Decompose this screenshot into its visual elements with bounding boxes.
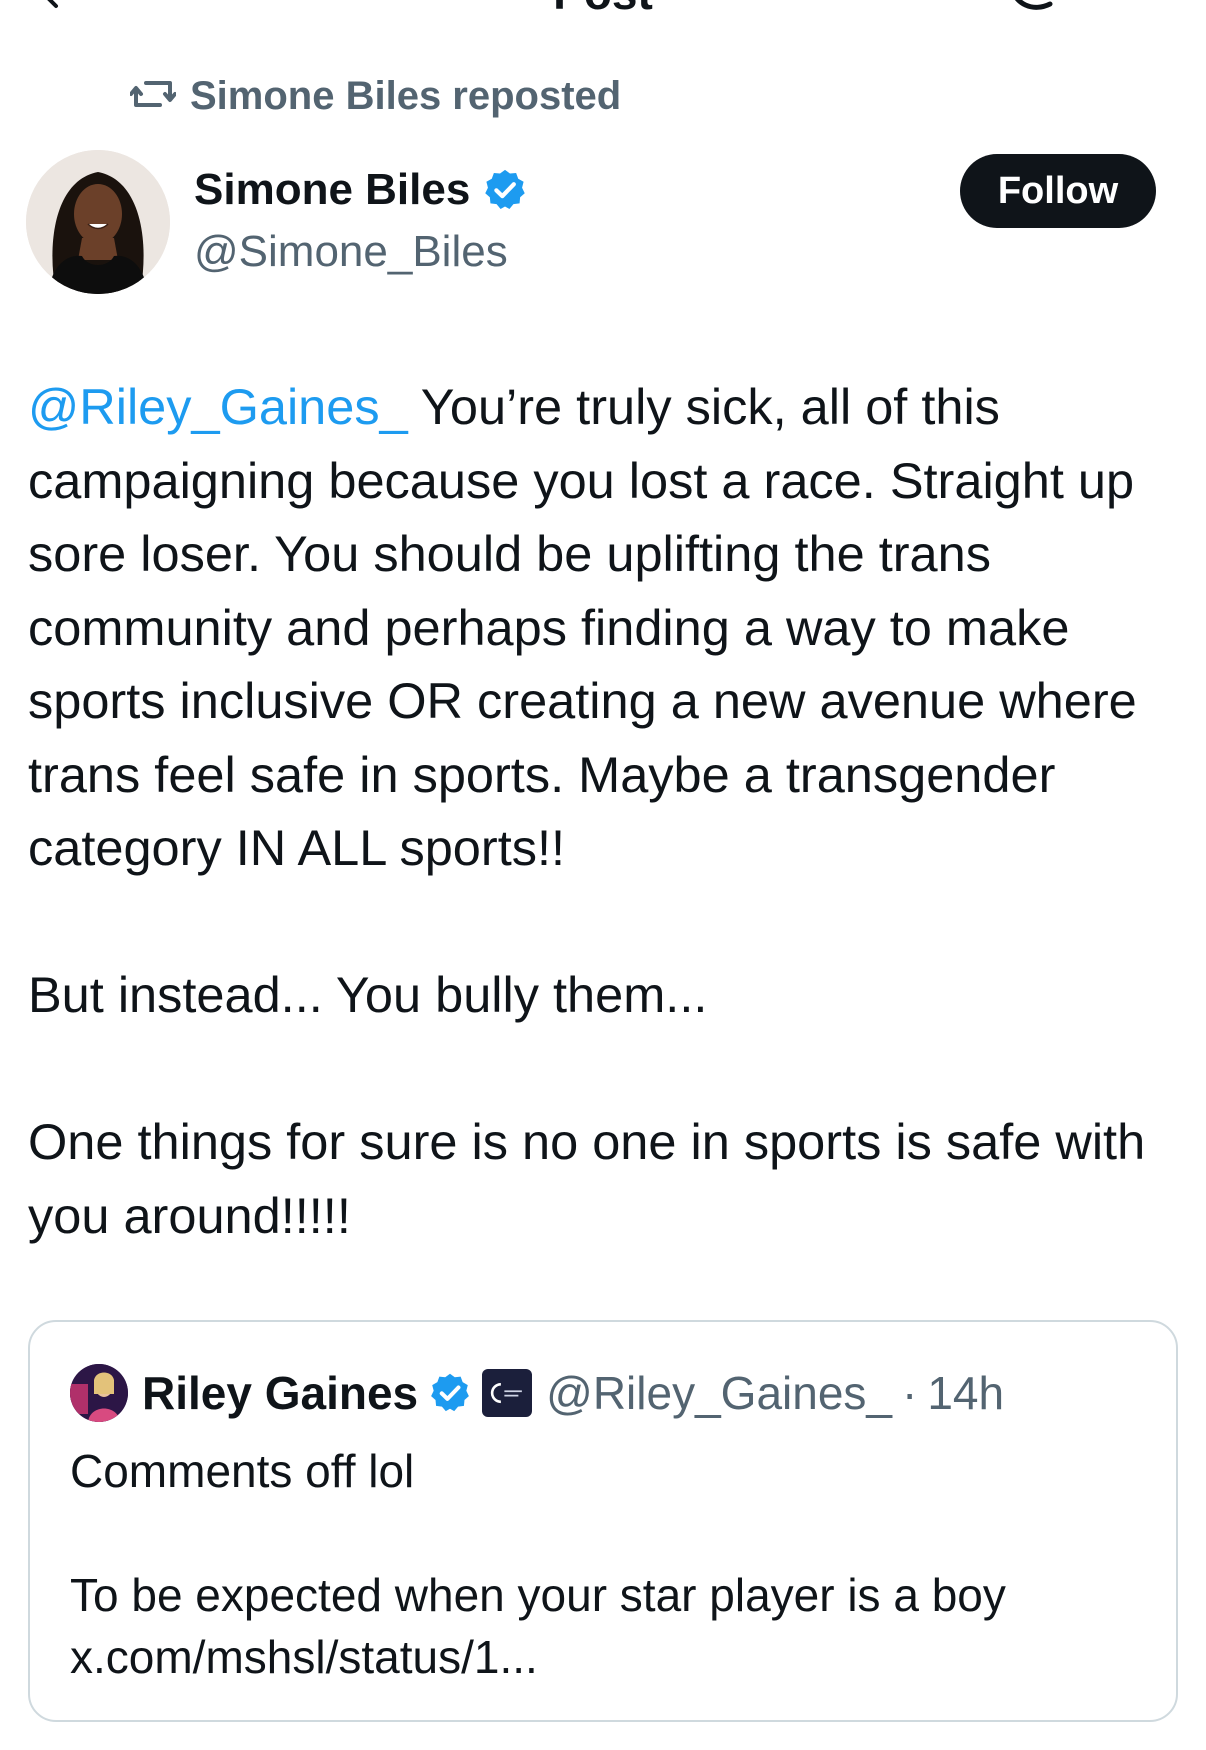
repost-label: Simone Biles reposted bbox=[190, 74, 622, 118]
quoted-author-handle[interactable]: @Riley_Gaines_ bbox=[546, 1366, 892, 1420]
verified-badge-icon[interactable] bbox=[428, 1371, 472, 1415]
affiliation-badge-icon[interactable] bbox=[482, 1369, 533, 1417]
follow-button[interactable]: Follow bbox=[960, 154, 1156, 228]
quoted-post-header: Riley Gaines @Riley_Gaines_ · 14h bbox=[70, 1364, 1004, 1422]
post-paragraph-1-text: You’re truly sick, all of this campaigni… bbox=[28, 378, 1151, 876]
quoted-post-timestamp[interactable]: 14h bbox=[927, 1366, 1004, 1420]
quoted-author-avatar[interactable] bbox=[70, 1364, 128, 1422]
author-name[interactable]: Simone Biles bbox=[194, 164, 470, 216]
reply-icon[interactable] bbox=[1004, 0, 1056, 20]
post-paragraph-1: @Riley_Gaines_ You’re truly sick, all of… bbox=[28, 370, 1178, 885]
post-text: @Riley_Gaines_ You’re truly sick, all of… bbox=[28, 370, 1178, 1252]
quoted-link[interactable]: x.com/mshsl/status/1... bbox=[70, 1626, 1140, 1688]
author-name-row[interactable]: Simone Biles bbox=[194, 164, 528, 216]
post-paragraph-2: But instead... You bully them... bbox=[28, 966, 708, 1023]
repost-indicator[interactable]: Simone Biles reposted bbox=[129, 72, 622, 120]
post-paragraph-3: One things for sure is no one in sports … bbox=[28, 1113, 1160, 1244]
quoted-line-spacer bbox=[70, 1502, 1140, 1564]
quoted-line-2: To be expected when your star player is … bbox=[70, 1569, 1006, 1621]
author-avatar[interactable] bbox=[26, 150, 170, 294]
verified-badge-icon[interactable] bbox=[482, 167, 528, 213]
quoted-line-1: Comments off lol bbox=[70, 1445, 415, 1497]
quoted-post-text: Comments off lol To be expected when you… bbox=[70, 1440, 1140, 1688]
author-handle[interactable]: @Simone_Biles bbox=[194, 226, 508, 278]
quoted-post[interactable]: Riley Gaines @Riley_Gaines_ · 14h Commen… bbox=[28, 1320, 1178, 1722]
repost-icon bbox=[129, 75, 177, 118]
mention-link[interactable]: @Riley_Gaines_ bbox=[28, 378, 408, 435]
top-bar: Post bbox=[0, 0, 1206, 26]
separator-dot: · bbox=[902, 1367, 918, 1419]
quoted-author-name[interactable]: Riley Gaines bbox=[142, 1366, 418, 1420]
